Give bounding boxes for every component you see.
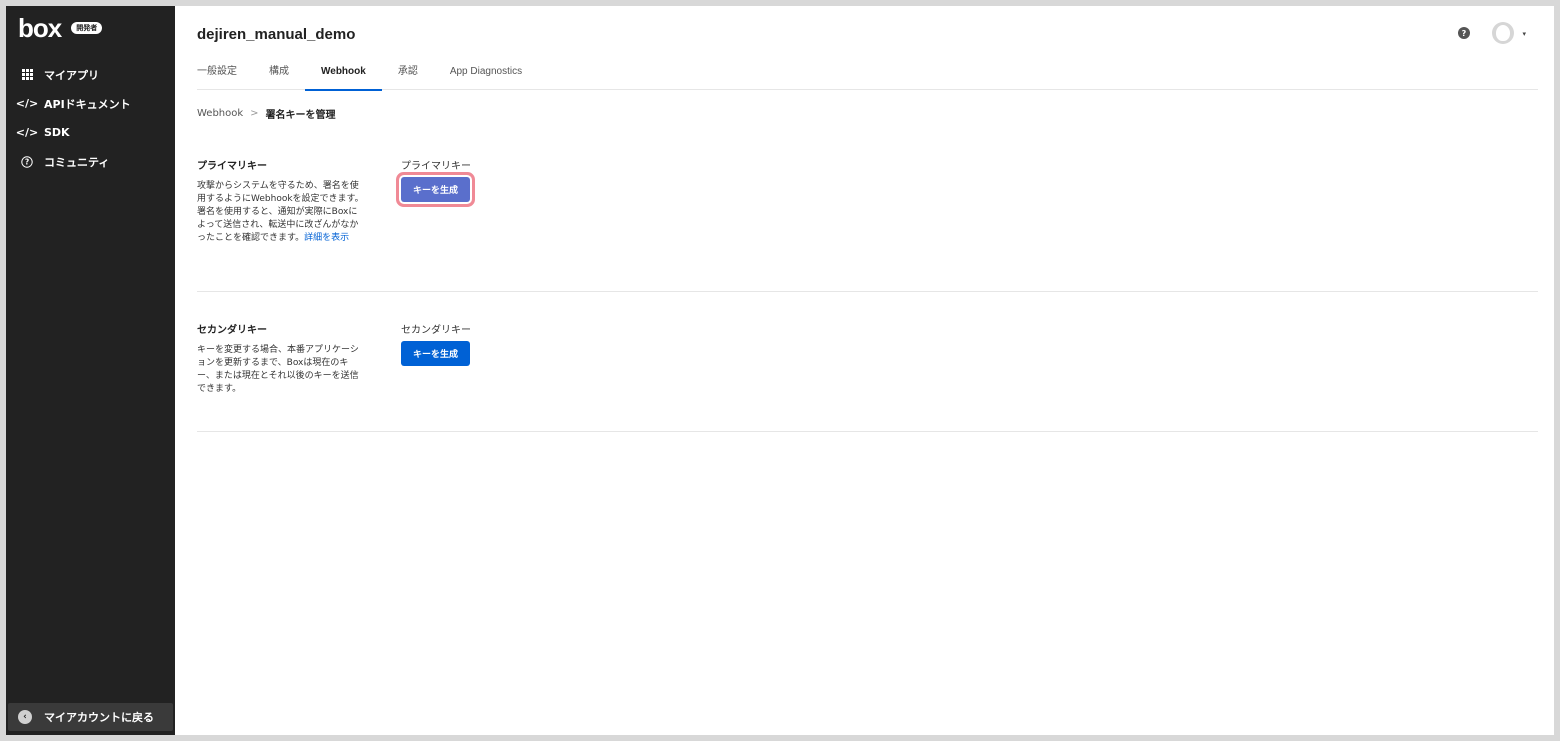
breadcrumb-separator: > — [250, 108, 259, 119]
sidebar-item-label: APIドキュメント — [44, 97, 131, 111]
secondary-key-title: セカンダリキー — [197, 325, 267, 336]
sidebar-item-sdk[interactable]: </> SDK — [6, 118, 175, 147]
avatar[interactable] — [1492, 22, 1514, 44]
generate-primary-key-button[interactable]: キーを生成 — [401, 177, 471, 202]
primary-key-action-label: プライマリキー — [401, 161, 471, 172]
app-window: box 開発者 マイアプリ </> APIドキュメント </> SDK ? コミ… — [6, 6, 1554, 735]
sidebar-item-api-docs[interactable]: </> APIドキュメント — [6, 89, 175, 118]
header: dejiren_manual_demo ? ▾ — [197, 6, 1538, 62]
secondary-key-section: セカンダリキー キーを変更する場合、本番アプリケーションを更新するまで、Boxは… — [197, 292, 1538, 432]
developer-badge: 開発者 — [71, 22, 103, 34]
sidebar-item-label: コミュニティ — [44, 155, 110, 169]
learn-more-link[interactable]: 詳細を表示 — [304, 233, 349, 243]
page-title: dejiren_manual_demo — [197, 25, 356, 43]
logo-row: box 開発者 — [6, 6, 175, 50]
chevron-left-icon: ‹ — [18, 710, 32, 724]
box-logo[interactable]: box — [18, 15, 62, 41]
primary-key-section: プライマリキー 攻撃からシステムを守るため、署名を使用するようにWebhookを… — [197, 121, 1538, 292]
primary-key-action-column: プライマリキー キーを生成 — [401, 157, 471, 291]
tab-authorization[interactable]: 承認 — [382, 62, 434, 90]
code-icon: </> — [15, 97, 39, 110]
sidebar-item-my-apps[interactable]: マイアプリ — [6, 60, 175, 89]
sidebar-item-label: SDK — [44, 126, 70, 139]
breadcrumb: Webhook > 署名キーを管理 — [197, 106, 1538, 121]
sidebar-nav: マイアプリ </> APIドキュメント </> SDK ? コミュニティ — [6, 60, 175, 176]
tab-bar: 一般設定 構成 Webhook 承認 App Diagnostics — [197, 62, 1538, 91]
help-icon[interactable]: ? — [1458, 27, 1470, 39]
svg-text:?: ? — [25, 157, 29, 166]
sidebar: box 開発者 マイアプリ </> APIドキュメント </> SDK ? コミ… — [6, 6, 175, 735]
grid-icon — [18, 69, 36, 80]
tab-general[interactable]: 一般設定 — [197, 62, 253, 90]
sidebar-item-community[interactable]: ? コミュニティ — [6, 147, 175, 176]
secondary-key-description: キーを変更する場合、本番アプリケーションを更新するまで、Boxは現在のキー、また… — [197, 345, 359, 394]
secondary-key-action-label: セカンダリキー — [401, 325, 471, 336]
tab-webhook[interactable]: Webhook — [305, 62, 382, 91]
breadcrumb-webhook-link[interactable]: Webhook — [197, 108, 243, 119]
secondary-key-description-column: セカンダリキー キーを変更する場合、本番アプリケーションを更新するまで、Boxは… — [197, 321, 401, 431]
generate-secondary-key-button[interactable]: キーを生成 — [401, 341, 471, 366]
primary-key-description: 攻撃からシステムを守るため、署名を使用するようにWebhookを設定できます。署… — [197, 180, 365, 245]
breadcrumb-current: 署名キーを管理 — [265, 110, 336, 121]
back-to-account-button[interactable]: ‹ マイアカウントに戻る — [8, 703, 173, 731]
sidebar-item-label: マイアプリ — [44, 68, 99, 82]
primary-key-title: プライマリキー — [197, 161, 267, 172]
code-icon: </> — [15, 126, 39, 139]
back-label: マイアカウントに戻る — [44, 711, 154, 724]
tab-configuration[interactable]: 構成 — [253, 62, 305, 90]
main-content: dejiren_manual_demo ? ▾ 一般設定 構成 Webhook … — [175, 6, 1554, 735]
primary-key-description-column: プライマリキー 攻撃からシステムを守るため、署名を使用するようにWebhookを… — [197, 157, 401, 291]
tab-app-diagnostics[interactable]: App Diagnostics — [434, 62, 538, 90]
chevron-down-icon[interactable]: ▾ — [1522, 30, 1526, 38]
secondary-key-action-column: セカンダリキー キーを生成 — [401, 321, 471, 431]
help-circle-icon: ? — [18, 155, 36, 168]
